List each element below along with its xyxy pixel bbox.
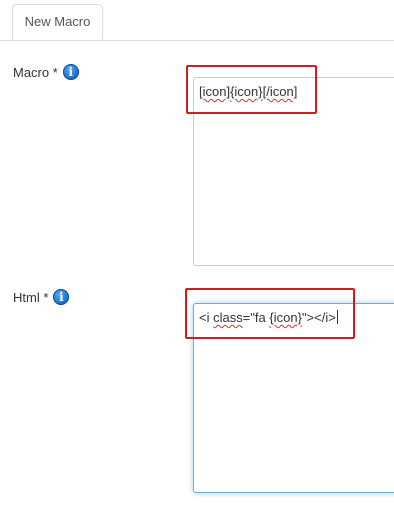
macro-label-text: Macro * (13, 64, 58, 80)
info-icon[interactable]: i (53, 289, 70, 305)
html-field-label: Html * i (13, 289, 70, 305)
macro-highlight-box (186, 65, 317, 114)
macro-editor-page: New Macro Macro * i [icon]{icon}[/icon] … (0, 0, 394, 511)
html-highlight-box (185, 288, 355, 339)
html-label-text: Html * (13, 289, 49, 305)
info-icon[interactable]: i (62, 64, 79, 80)
tab-bar: New Macro (0, 0, 394, 41)
macro-field-label: Macro * i (13, 64, 79, 80)
tab-new-macro[interactable]: New Macro (12, 4, 103, 40)
